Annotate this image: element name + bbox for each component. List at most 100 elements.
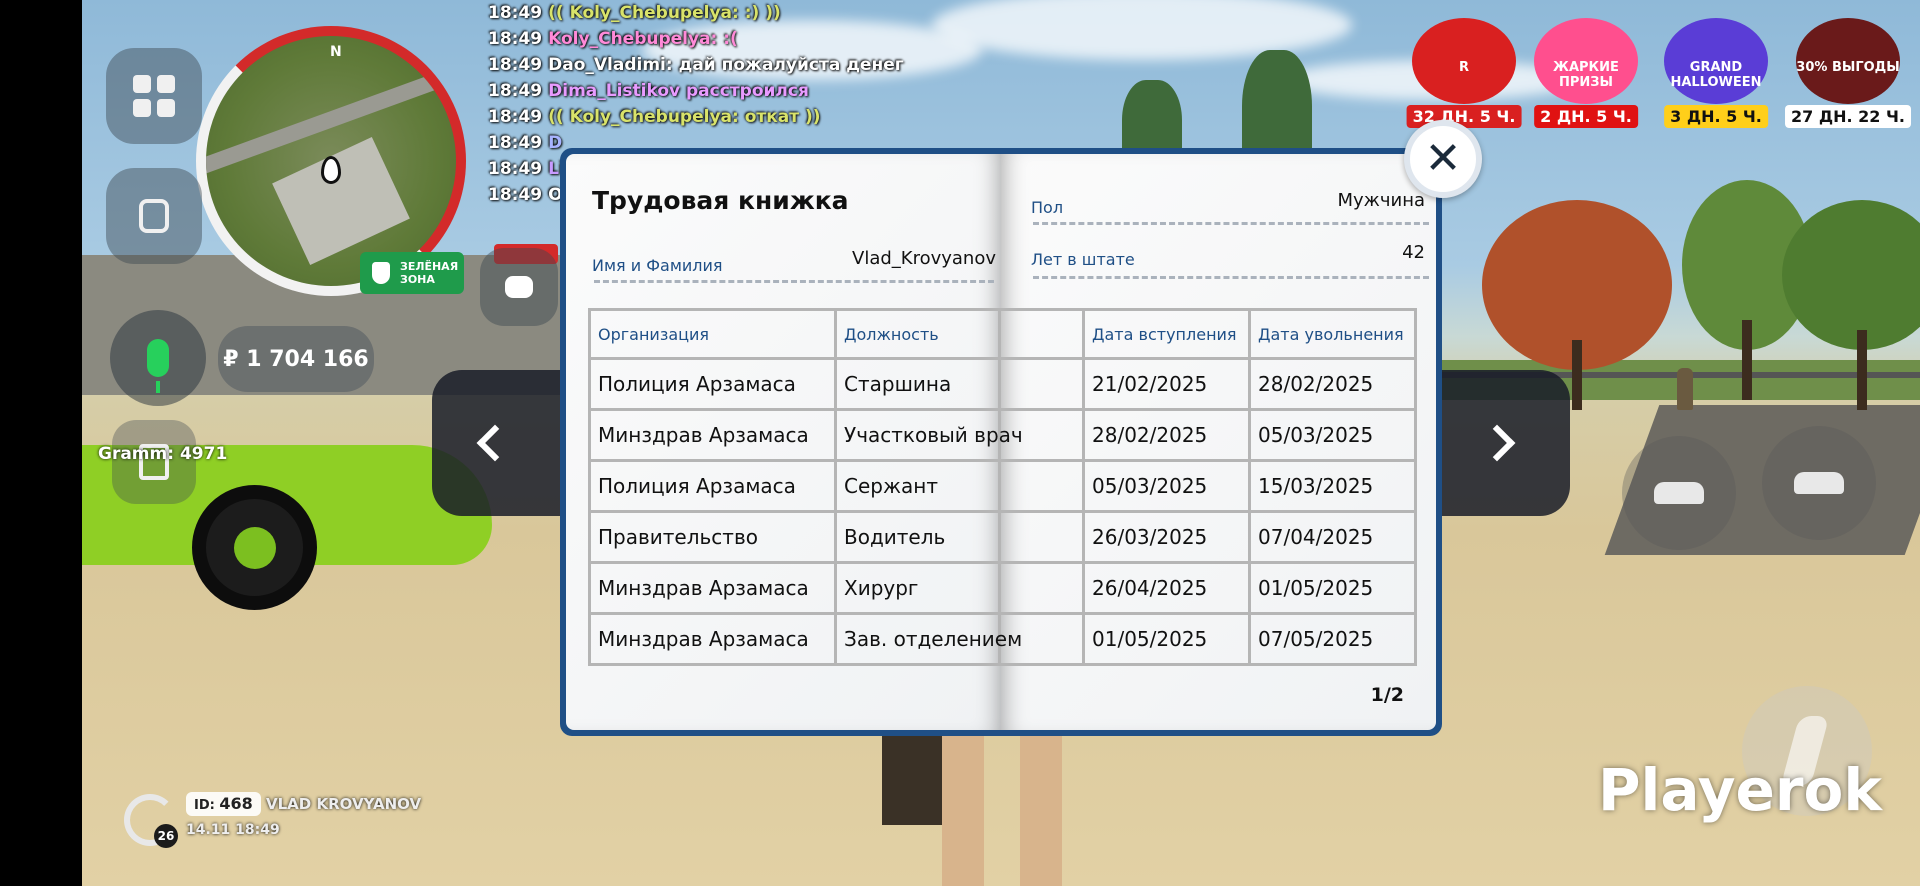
chat-line: 18:49 Dima_Listikov расстроился [488, 78, 904, 104]
car-icon [1654, 482, 1704, 504]
event-timer: 3 ДН. 5 Ч. [1664, 105, 1768, 128]
table-cell: 07/05/2025 [1248, 612, 1417, 666]
table-cell [998, 561, 1085, 615]
close-button[interactable]: ✕ [1404, 120, 1482, 198]
zone-label: ЗЕЛЁНАЯ ЗОНА [400, 260, 459, 286]
table-cell: Минздрав Арзамаса [588, 561, 837, 615]
money-display: ₽ 1 704 166 [218, 326, 374, 392]
book-title: Трудовая книжка [592, 186, 849, 215]
shield-icon [372, 262, 390, 284]
event-sale[interactable]: 30% ВЫГОДЫ 27 ДН. 22 Ч. [1785, 18, 1911, 128]
table-cell: 28/02/2025 [1082, 408, 1251, 462]
table-cell: Полиция Арзамаса [588, 459, 837, 513]
event-timer: 27 ДН. 22 Ч. [1785, 105, 1911, 128]
backpack-icon [139, 199, 169, 233]
event-timer: 2 ДН. 5 Ч. [1534, 105, 1638, 128]
table-cell: Водитель [834, 510, 1001, 564]
chat-text: (( Koly_Chebupelya: :) )) [548, 3, 781, 23]
menu-button[interactable] [106, 48, 202, 144]
table-cell [998, 510, 1085, 564]
table-cell: 26/04/2025 [1082, 561, 1251, 615]
chat-line: 18:49(( Koly_Chebupelya: :) )) [488, 0, 904, 26]
chat-text: Koly_Chebupelya: :( [548, 29, 738, 49]
player-character [942, 720, 1082, 886]
table-cell: Участковый врач [834, 408, 1023, 462]
event-title: R [1458, 60, 1469, 75]
chat-text: Dao_Vladimi: дай пожалуйста денег [548, 55, 904, 75]
player-id-badge: ID: 468 [186, 792, 261, 816]
chat-time: 18:49 [488, 185, 543, 205]
event-title: 30% ВЫГОДЫ [1796, 60, 1900, 75]
id-label: ID: [194, 798, 215, 813]
work-book-dialog: Трудовая книжка Имя и Фамилия Vlad_Krovy… [560, 148, 1442, 736]
event-grand-halloween[interactable]: GRAND HALLOWEEN 3 ДН. 5 Ч. [1664, 18, 1768, 128]
table-row: Минздрав Арзамаса Хирург 26/04/2025 01/05/2… [588, 561, 1417, 615]
watermark: Playerok [1598, 756, 1882, 824]
chat-text: D [548, 133, 563, 153]
vehicle-enter-button[interactable] [1622, 436, 1736, 550]
years-value: 42 [1402, 242, 1425, 263]
table-cell [998, 459, 1085, 513]
chat-line: 18:49 Dao_Vladimi: дай пожалуйста денег [488, 52, 904, 78]
left-letterbox [0, 0, 82, 886]
npc-pedestrian [1677, 368, 1693, 410]
player-level: 26 [154, 824, 178, 848]
table-row: Минздрав Арзамаса Зав. отделением 01/05/20… [588, 612, 1417, 666]
years-label: Лет в штате [1031, 250, 1135, 269]
id-value: 468 [219, 794, 253, 813]
player-marker-icon [321, 156, 341, 184]
chevron-left-icon [476, 424, 514, 462]
column-header: Дата увольнения [1248, 308, 1417, 360]
table-cell: Хирург [834, 561, 1001, 615]
table-cell: 15/03/2025 [1248, 459, 1417, 513]
chat-line: 18:49 Koly_Chebupelya: :( [488, 26, 904, 52]
character-bag [882, 735, 950, 825]
voice-chat-button[interactable] [110, 310, 206, 406]
table-cell: 26/03/2025 [1082, 510, 1251, 564]
chat-time: 18:49 [488, 3, 543, 23]
page-number: 1/2 [1370, 684, 1404, 706]
green-zone-badge: ЗЕЛЁНАЯ ЗОНА [360, 252, 464, 294]
table-cell: 01/05/2025 [1248, 561, 1417, 615]
column-header: Организация [588, 308, 837, 360]
table-cell: Правительство [588, 510, 837, 564]
gramm-counter: Gramm: 4971 [98, 444, 228, 464]
chat-time: 18:49 [488, 107, 543, 127]
gender-value: Мужчина [1337, 190, 1425, 211]
chat-time: 18:49 [488, 29, 543, 49]
chat-time: 18:49 [488, 55, 543, 75]
table-row: Полиция Арзамаса Старшина 21/02/2025 28/02/… [588, 357, 1417, 411]
table-cell: 07/04/2025 [1248, 510, 1417, 564]
event-r-event[interactable]: R 32 ДН. 5 Ч. [1406, 18, 1522, 128]
gender-label: Пол [1031, 198, 1064, 217]
north-indicator: N [330, 44, 342, 60]
name-label: Имя и Фамилия [592, 256, 723, 275]
name-value: Vlad_Krovyanov [852, 248, 996, 269]
column-header: Должность [834, 308, 1001, 360]
car-icon [1794, 472, 1844, 494]
close-icon: ✕ [1424, 133, 1462, 184]
table-row: Полиция Арзамаса Сержант 05/03/2025 15/03/2… [588, 459, 1417, 513]
event-title: ЖАРКИЕ ПРИЗЫ [1553, 60, 1619, 90]
chat-time: 18:49 [488, 81, 543, 101]
work-history-table: Организация Должность Дата вступления Дата … [588, 308, 1417, 666]
table-cell: 01/05/2025 [1082, 612, 1251, 666]
table-cell: 05/03/2025 [1082, 459, 1251, 513]
grid-icon [133, 75, 175, 117]
column-header: Дата вступления [1082, 308, 1251, 360]
inventory-button[interactable] [106, 168, 202, 264]
chat-bubble-icon [505, 276, 533, 298]
chat-time: 18:49 [488, 159, 543, 179]
vehicle-passenger-button[interactable] [1762, 426, 1876, 540]
table-row: Правительство Водитель 26/03/2025 07/04/202… [588, 510, 1417, 564]
event-hot-prizes[interactable]: ЖАРКИЕ ПРИЗЫ 2 ДН. 5 Ч. [1534, 18, 1638, 128]
table-row: Минздрав Арзамаса Участковый врач 28/02/20… [588, 408, 1417, 462]
chat-button[interactable] [480, 248, 558, 326]
table-cell: Старшина [834, 357, 1001, 411]
table-cell: 05/03/2025 [1248, 408, 1417, 462]
table-cell: Зав. отделением [834, 612, 1022, 666]
table-cell [998, 357, 1085, 411]
table-cell: Полиция Арзамаса [588, 357, 837, 411]
event-title: GRAND HALLOWEEN [1670, 60, 1762, 90]
table-cell: Минздрав Арзамаса [588, 612, 837, 666]
